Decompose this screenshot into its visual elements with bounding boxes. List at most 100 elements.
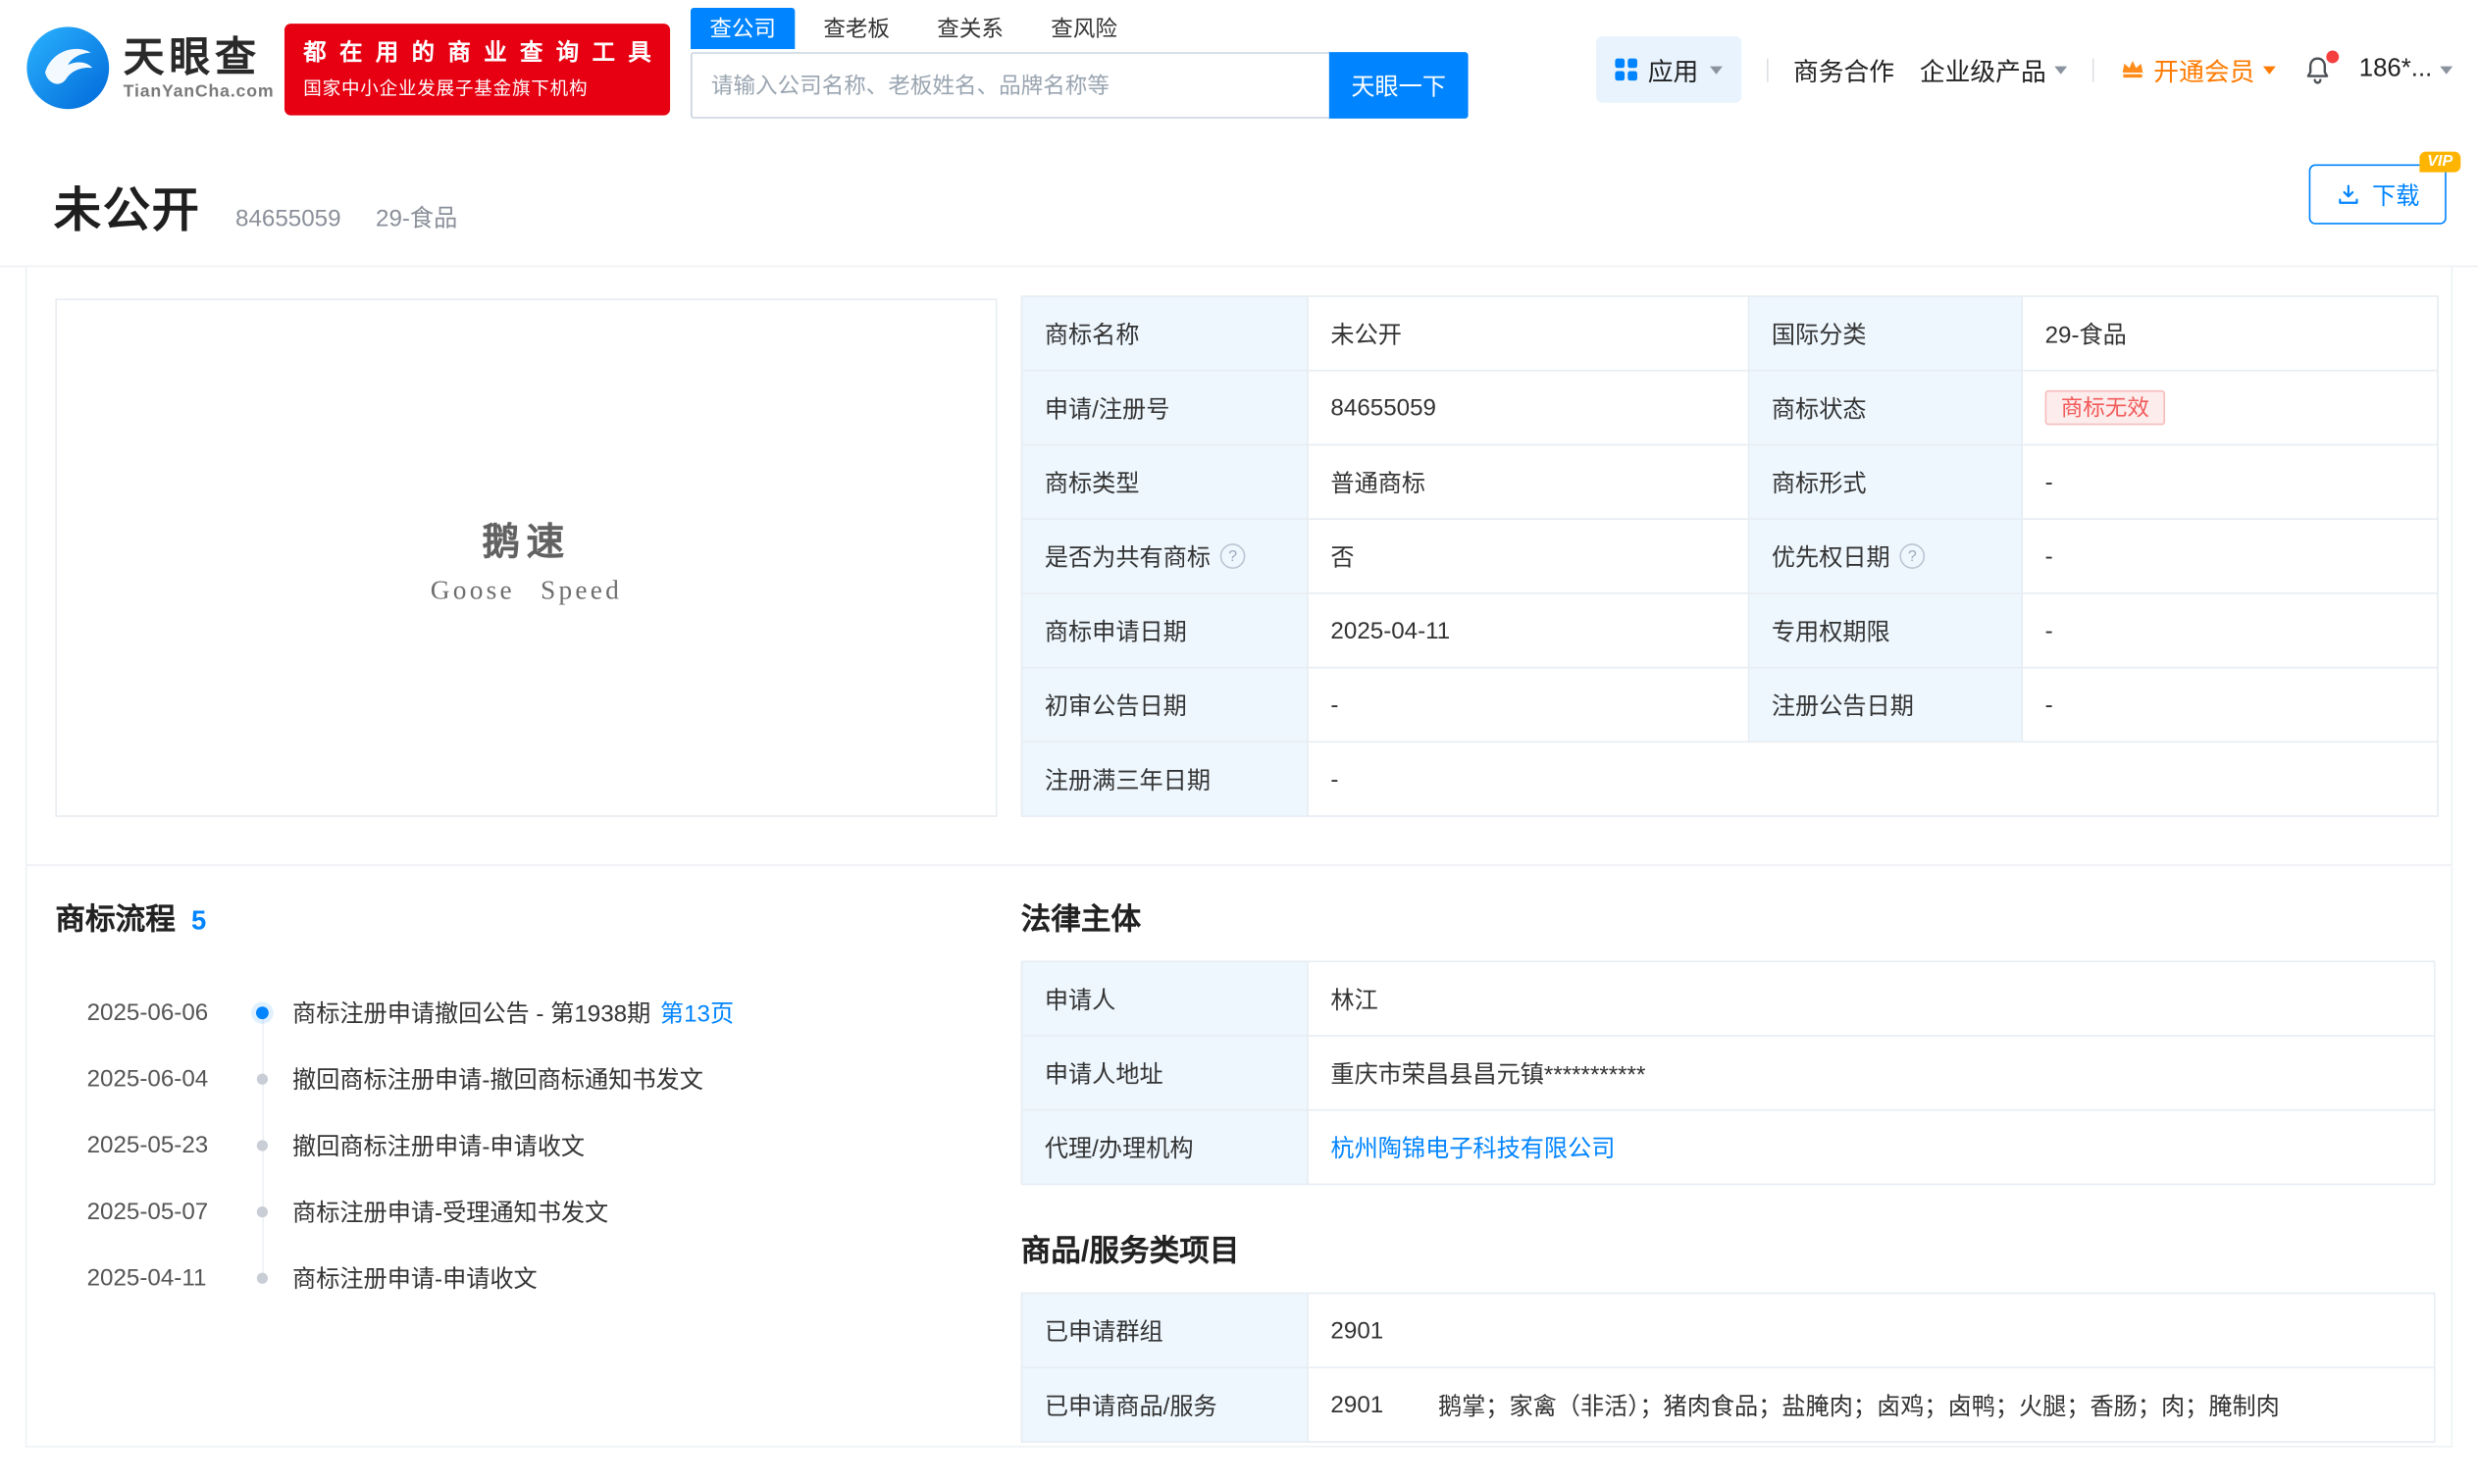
crown-icon	[2119, 56, 2145, 82]
info-label: 申请/注册号	[1022, 372, 1307, 444]
info-label: 商标类型	[1022, 445, 1307, 518]
flow-section-title: 商标流程5	[55, 896, 1004, 938]
flow-item: 2025-06-06 商标注册申请撤回公告 - 第1938期第13页	[55, 980, 1004, 1047]
legal-label: 申请人	[1022, 962, 1307, 1035]
apps-menu[interactable]: 应用	[1596, 36, 1741, 103]
info-value: 否	[1309, 520, 1748, 592]
info-value: -	[2023, 445, 2437, 518]
tab-relation[interactable]: 查关系	[918, 8, 1022, 49]
vip-badge: VIP	[2419, 152, 2460, 173]
info-label: 商标状态	[1749, 372, 2021, 444]
site-header: 天眼查 TianYanCha.com 都在用的商业查询工具 国家中小企业发展子基…	[0, 0, 2478, 139]
tab-boss[interactable]: 查老板	[804, 8, 908, 49]
chevron-down-icon	[2054, 66, 2067, 74]
flow-count: 5	[191, 905, 206, 936]
page-title: 未公开	[54, 171, 201, 240]
promo-line1: 都在用的商业查询工具	[303, 38, 650, 71]
goods-group-code: 2901	[1330, 1317, 1393, 1344]
logo-icon	[26, 26, 111, 111]
goods-section-title: 商品/服务类项目	[1021, 1228, 2436, 1270]
download-button[interactable]: 下载 VIP	[2309, 165, 2447, 225]
flow-date: 2025-05-07	[87, 1199, 209, 1225]
tab-company[interactable]: 查公司	[691, 8, 795, 49]
chevron-down-icon	[2440, 66, 2452, 74]
notification-bell[interactable]	[2300, 53, 2334, 86]
trademark-image-cn-text: 鹅速	[482, 510, 570, 565]
search-area: 查公司 查老板 查关系 查风险 天眼一下	[691, 8, 1469, 119]
goods-label: 已申请商品/服务	[1022, 1368, 1307, 1441]
search-input[interactable]	[691, 52, 1329, 119]
site-logo[interactable]: 天眼查 TianYanCha.com	[26, 26, 275, 111]
info-label: 专用权期限	[1749, 594, 2021, 667]
header-nav: 应用 商务合作 企业级产品 开通会员	[1596, 0, 2453, 139]
flow-page-link[interactable]: 第13页	[660, 1001, 734, 1028]
nav-separator	[1767, 58, 1769, 81]
flow-timeline: 2025-06-06 商标注册申请撤回公告 - 第1938期第13页 2025-…	[55, 980, 1004, 1311]
flow-text: 撤回商标注册申请-撤回商标通知书发文	[292, 1062, 703, 1096]
search-tabs: 查公司 查老板 查关系 查风险	[691, 8, 1469, 49]
notification-dot	[2324, 48, 2340, 64]
legal-section-title: 法律主体	[1021, 896, 2436, 938]
trademark-status-badge: 商标无效	[2045, 390, 2165, 425]
flow-date: 2025-06-04	[87, 1066, 209, 1093]
card-divider	[26, 864, 2451, 866]
help-icon[interactable]: ?	[1899, 543, 1925, 569]
goods-services-list: 鹅掌；家禽（非活）；猪肉食品；盐腌肉；卤鸡；卤鸭；火腿；香肠；肉；腌制肉	[1438, 1388, 2280, 1421]
info-value: -	[2023, 668, 2437, 741]
legal-value: 杭州陶锦电子科技有限公司	[1309, 1111, 2434, 1184]
logo-subtitle: TianYanCha.com	[124, 82, 275, 101]
flow-item: 2025-06-04 撤回商标注册申请-撤回商标通知书发文	[55, 1046, 1004, 1112]
info-value: 商标无效	[2023, 372, 2437, 444]
legal-label: 代理/办理机构	[1022, 1111, 1307, 1184]
info-value: -	[1309, 668, 1748, 741]
search-button[interactable]: 天眼一下	[1329, 52, 1469, 119]
timeline-dot	[257, 1074, 268, 1085]
timeline-dot	[256, 1006, 269, 1019]
flow-date: 2025-06-06	[87, 999, 209, 1026]
info-label: 优先权日期 ?	[1749, 520, 2021, 592]
agency-company-link[interactable]: 杭州陶锦电子科技有限公司	[1330, 1131, 1615, 1164]
goods-value: 2901	[1309, 1294, 2434, 1366]
trademark-card: 鹅速 Goose Speed 商标名称 未公开 国际分类 29-食品 申请/注册…	[26, 267, 2452, 1447]
trademark-category: 29-食品	[376, 201, 457, 234]
info-value: -	[2023, 520, 2437, 592]
flow-text: 商标注册申请撤回公告 - 第1938期第13页	[292, 997, 734, 1030]
info-label: 注册满三年日期	[1022, 742, 1307, 815]
nav-business-coop[interactable]: 商务合作	[1793, 51, 1894, 89]
help-icon[interactable]: ?	[1220, 543, 1246, 569]
trademark-reg-no: 84655059	[235, 205, 341, 231]
trademark-flow-section: 商标流程5 2025-06-06 商标注册申请撤回公告 - 第1938期第13页…	[55, 896, 1004, 1311]
goods-value: 2901 鹅掌；家禽（非活）；猪肉食品；盐腌肉；卤鸡；卤鸭；火腿；香肠；肉；腌制…	[1309, 1368, 2434, 1441]
timeline-dot	[257, 1140, 268, 1151]
flow-item: 2025-05-07 商标注册申请-受理通知书发文	[55, 1179, 1004, 1246]
info-value: 84655059	[1309, 372, 1748, 444]
flow-item: 2025-05-23 撤回商标注册申请-申请收文	[55, 1112, 1004, 1179]
flow-text: 商标注册申请-申请收文	[292, 1261, 538, 1295]
trademark-detail-page: 天眼查 TianYanCha.com 都在用的商业查询工具 国家中小企业发展子基…	[0, 0, 2478, 1484]
tab-risk[interactable]: 查风险	[1032, 8, 1136, 49]
nav-enterprise-products[interactable]: 企业级产品	[1920, 51, 2067, 89]
page-title-bar: 未公开 84655059 29-食品 下载 VIP	[0, 139, 2478, 266]
legal-entity-section: 法律主体 申请人 林江 申请人地址 重庆市荣昌县昌元镇*********** 代…	[1021, 896, 2436, 1442]
apps-label: 应用	[1648, 51, 1699, 89]
info-label: 注册公告日期	[1749, 668, 2021, 741]
trademark-image-en-text: Goose Speed	[431, 575, 622, 606]
info-value: -	[2023, 594, 2437, 667]
account-menu[interactable]: 186*...	[2359, 55, 2452, 83]
chevron-down-icon	[1710, 66, 1723, 74]
flow-text: 商标注册申请-受理通知书发文	[292, 1196, 608, 1229]
nav-separator	[2091, 58, 2093, 81]
timeline-dot	[257, 1206, 268, 1217]
legal-value: 重庆市荣昌县昌元镇***********	[1309, 1037, 2434, 1109]
flow-date: 2025-04-11	[87, 1265, 207, 1292]
timeline-dot	[257, 1273, 268, 1284]
flow-item: 2025-04-11 商标注册申请-申请收文	[55, 1245, 1004, 1311]
nav-vip-upgrade[interactable]: 开通会员	[2119, 51, 2276, 89]
legal-entity-table: 申请人 林江 申请人地址 重庆市荣昌县昌元镇*********** 代理/办理机…	[1021, 960, 2436, 1185]
info-label: 商标申请日期	[1022, 594, 1307, 667]
info-value: 普通商标	[1309, 445, 1748, 518]
goods-group-code: 2901	[1330, 1391, 1393, 1417]
flow-text: 撤回商标注册申请-申请收文	[292, 1129, 585, 1162]
promo-banner[interactable]: 都在用的商业查询工具 国家中小企业发展子基金旗下机构	[284, 24, 670, 115]
info-value: 未公开	[1309, 297, 1748, 370]
